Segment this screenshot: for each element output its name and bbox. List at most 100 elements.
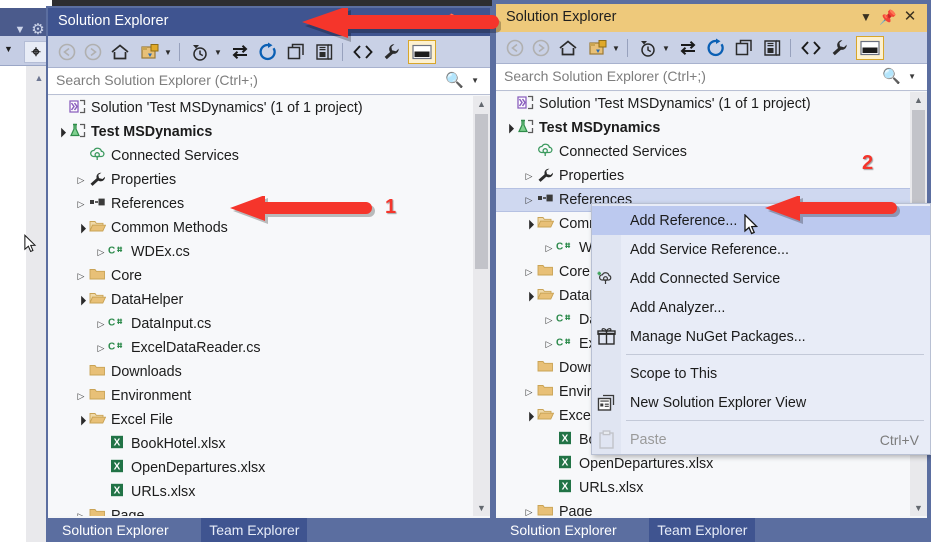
scroll-up-arrow-icon[interactable]: ▲ [910, 92, 927, 108]
menu-item[interactable]: Manage NuGet Packages... [592, 322, 930, 351]
menu-item[interactable]: Add Analyzer... [592, 293, 930, 322]
tab-solution-explorer[interactable]: Solution Explorer [54, 518, 177, 542]
chevron-down-icon[interactable]: ▼ [214, 48, 222, 57]
menu-item[interactable]: New Solution Explorer View [592, 388, 930, 417]
home-button[interactable] [108, 41, 132, 63]
menu-item[interactable]: Add Service Reference... [592, 235, 930, 264]
tree-item[interactable]: ▷CWDEx.cs [48, 240, 473, 264]
svg-text:X: X [114, 438, 121, 449]
expander-collapsed-icon[interactable]: ▷ [522, 171, 536, 182]
tree-item[interactable]: Connected Services [496, 140, 910, 164]
arrow-to-add-reference [760, 196, 900, 230]
chevron-down-icon[interactable]: ▼ [4, 44, 13, 54]
back-button[interactable] [504, 37, 526, 59]
tree-item[interactable]: XOpenDepartures.xlsx [496, 452, 910, 476]
back-button[interactable] [56, 41, 78, 63]
pending-changes-button[interactable] [636, 37, 660, 59]
tree-item[interactable]: ▷Environment [48, 384, 473, 408]
expander-collapsed-icon[interactable]: ▷ [542, 339, 556, 350]
home-button[interactable] [556, 37, 580, 59]
tree-item[interactable]: ▷CDataInput.cs [48, 312, 473, 336]
expander-collapsed-icon[interactable]: ▷ [522, 195, 536, 206]
chevron-down-icon[interactable]: ▼ [14, 24, 26, 36]
folder-filter-button[interactable] [138, 41, 162, 63]
tree-item[interactable]: ▷Properties [496, 164, 910, 188]
menu-item-label: Manage NuGet Packages... [630, 329, 806, 345]
chevron-down-icon[interactable]: ▼ [471, 76, 479, 85]
expander-collapsed-icon[interactable]: ▷ [522, 507, 536, 517]
right-search-bar[interactable]: Search Solution Explorer (Ctrl+;) 🔍 ▼ [496, 64, 927, 91]
close-icon[interactable]: ✕ [901, 8, 919, 26]
tree-item[interactable]: ▷CExcelDataReader.cs [48, 336, 473, 360]
chevron-down-icon[interactable]: ▼ [164, 48, 172, 57]
properties-button[interactable] [828, 37, 852, 59]
scroll-down-arrow-icon[interactable]: ▼ [910, 500, 927, 516]
forward-button[interactable] [82, 41, 104, 63]
tree-item[interactable]: Solution 'Test MSDynamics' (1 of 1 proje… [48, 96, 473, 120]
tab-team-explorer[interactable]: Team Explorer [201, 518, 307, 542]
expander-collapsed-icon[interactable]: ▷ [522, 387, 536, 398]
search-input[interactable]: Search Solution Explorer (Ctrl+;) [56, 72, 258, 88]
tree-item[interactable]: XURLs.xlsx [496, 476, 910, 500]
preview-selected-items-button[interactable] [856, 36, 884, 60]
tree-item[interactable]: ▷Properties [48, 168, 473, 192]
expander-collapsed-icon[interactable]: ▷ [74, 271, 88, 282]
tree-item[interactable]: Solution 'Test MSDynamics' (1 of 1 proje… [496, 92, 910, 116]
tab-team-explorer[interactable]: Team Explorer [649, 518, 755, 542]
menu-item[interactable]: Scope to This [592, 359, 930, 388]
expander-collapsed-icon[interactable]: ▷ [542, 315, 556, 326]
expander-collapsed-icon[interactable]: ▷ [74, 199, 88, 210]
search-input[interactable]: Search Solution Explorer (Ctrl+;) [504, 68, 706, 84]
chevron-down-icon[interactable]: ▼ [612, 44, 620, 53]
tab-solution-explorer[interactable]: Solution Explorer [502, 518, 625, 542]
tree-item[interactable]: Connected Services [48, 144, 473, 168]
refresh-button[interactable] [704, 37, 728, 59]
split-window-button[interactable]: ⌖ [24, 41, 48, 63]
tree-item[interactable]: ◢Excel File [48, 408, 473, 432]
tree-item[interactable]: ▷Core [48, 264, 473, 288]
scroll-down-arrow-icon[interactable]: ▼ [473, 500, 490, 516]
show-all-files-button[interactable] [760, 37, 784, 59]
left-panel-tabstrip[interactable]: Solution Explorer Team Explorer [48, 518, 490, 542]
pin-icon[interactable]: 📌 [879, 8, 897, 26]
tree-item[interactable]: ◢Test MSDynamics [48, 120, 473, 144]
tree-item[interactable]: XURLs.xlsx [48, 480, 473, 504]
expander-collapsed-icon[interactable]: ▷ [94, 319, 108, 330]
expander-collapsed-icon[interactable]: ▷ [94, 343, 108, 354]
expander-collapsed-icon[interactable]: ▷ [94, 247, 108, 258]
tree-item[interactable]: XOpenDepartures.xlsx [48, 456, 473, 480]
tree-item[interactable]: Downloads [48, 360, 473, 384]
menu-item[interactable]: Add Connected Service [592, 264, 930, 293]
tree-item[interactable]: XBookHotel.xlsx [48, 432, 473, 456]
expander-collapsed-icon[interactable]: ▷ [74, 391, 88, 402]
chevron-down-icon[interactable]: ▼ [857, 8, 875, 26]
tree-item[interactable]: ◢Test MSDynamics [496, 116, 910, 140]
forward-button[interactable] [530, 37, 552, 59]
menu-item-label: New Solution Explorer View [630, 395, 806, 411]
search-icon[interactable]: 🔍 [882, 67, 901, 85]
left-tree-scrollbar[interactable]: ▲ ▼ [473, 96, 490, 516]
search-icon[interactable]: 🔍 [445, 71, 464, 89]
pending-changes-button[interactable] [188, 41, 212, 63]
tree-item[interactable]: ◢DataHelper [48, 288, 473, 312]
refresh-button[interactable] [256, 41, 280, 63]
sync-with-active-document-button[interactable] [676, 37, 700, 59]
chevron-down-icon[interactable]: ▼ [662, 44, 670, 53]
expander-collapsed-icon[interactable]: ▷ [522, 267, 536, 278]
expander-collapsed-icon[interactable]: ▷ [74, 511, 88, 517]
sync-with-active-document-button[interactable] [228, 41, 252, 63]
tree-item[interactable]: ▷Page [496, 500, 910, 516]
expander-collapsed-icon[interactable]: ▷ [74, 175, 88, 186]
view-code-button[interactable] [799, 37, 823, 59]
collapse-all-button[interactable] [732, 37, 756, 59]
scrollbar-thumb[interactable] [475, 114, 488, 269]
left-solution-tree[interactable]: Solution 'Test MSDynamics' (1 of 1 proje… [48, 96, 473, 516]
folder-filter-button[interactable] [586, 37, 610, 59]
right-panel-tabstrip[interactable]: Solution Explorer Team Explorer [496, 518, 927, 542]
expander-collapsed-icon[interactable]: ▷ [542, 243, 556, 254]
context-menu[interactable]: Add Reference...Add Service Reference...… [591, 203, 931, 455]
chevron-down-icon[interactable]: ▼ [908, 72, 916, 81]
tree-item[interactable]: ▷Page [48, 504, 473, 516]
left-search-bar[interactable]: Search Solution Explorer (Ctrl+;) 🔍 ▼ [48, 68, 490, 95]
scroll-up-arrow-icon[interactable]: ▲ [473, 96, 490, 112]
